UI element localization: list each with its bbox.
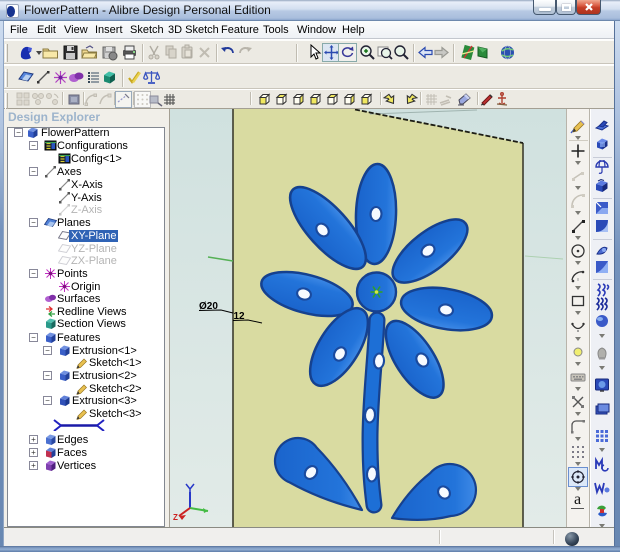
svg-text:Z: Z xyxy=(173,513,178,522)
